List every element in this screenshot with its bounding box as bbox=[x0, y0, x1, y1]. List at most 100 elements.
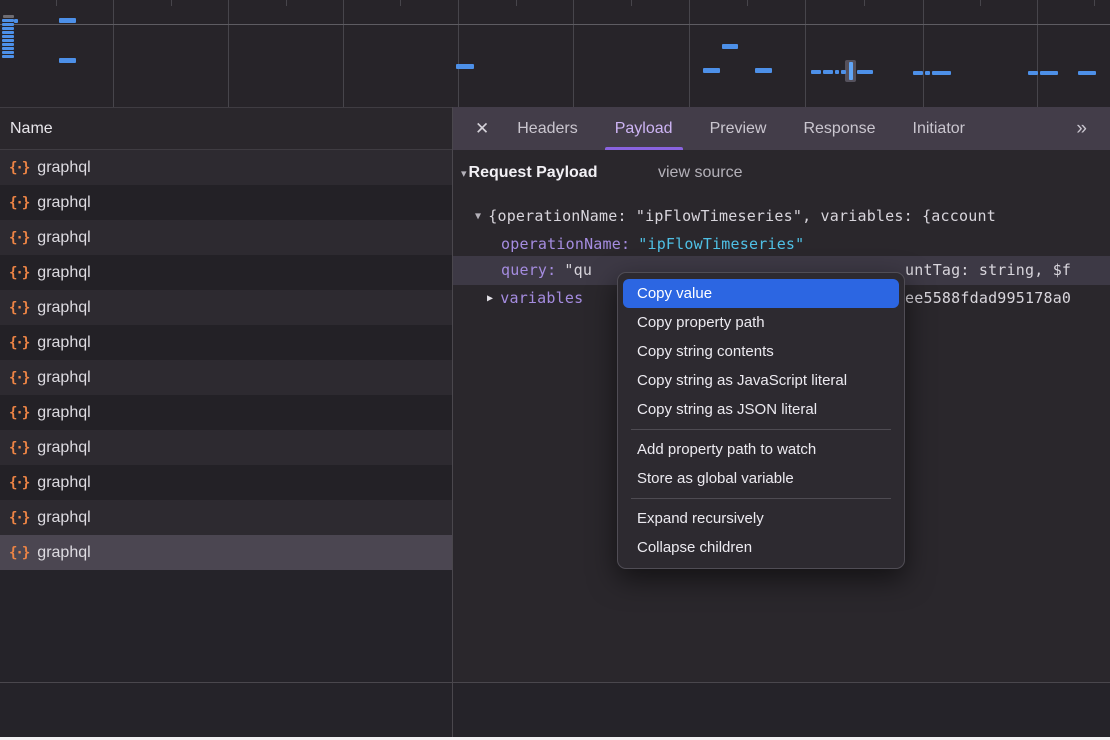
timeline-request-bar bbox=[14, 19, 18, 23]
section-title: Request Payload bbox=[469, 164, 598, 182]
timeline-request-bar bbox=[2, 55, 14, 58]
json-braces-icon: {·} bbox=[9, 510, 28, 526]
tree-row-operation-name[interactable]: operationName: "ipFlowTimeseries" bbox=[501, 230, 804, 258]
network-overview-timeline[interactable] bbox=[0, 0, 1110, 107]
timeline-request-bar bbox=[849, 62, 853, 80]
timeline-tick bbox=[56, 0, 57, 6]
menu-item-copy-property-path[interactable]: Copy property path bbox=[623, 308, 899, 337]
network-request-row[interactable]: {·} graphql bbox=[0, 430, 452, 465]
network-request-row[interactable]: {·}graphql bbox=[0, 395, 452, 430]
timeline-gridline bbox=[228, 0, 229, 107]
timeline-request-bar bbox=[2, 27, 14, 30]
timeline-request-bar bbox=[2, 31, 14, 34]
timeline-tick bbox=[631, 0, 632, 6]
menu-item-add-property-path-to-watch[interactable]: Add property path to watch bbox=[623, 435, 899, 464]
collapsed-triangle-icon[interactable]: ▶ bbox=[487, 293, 493, 304]
network-request-row[interactable]: {·} graphql bbox=[0, 220, 452, 255]
request-name-label: graphql bbox=[37, 229, 90, 247]
json-braces-icon: {·} bbox=[9, 405, 28, 421]
name-column-header[interactable]: Name bbox=[0, 107, 453, 150]
context-menu: Copy valueCopy property pathCopy string … bbox=[617, 272, 905, 569]
tab-headers[interactable]: Headers bbox=[517, 107, 577, 150]
network-request-row[interactable]: {·}graphql bbox=[0, 465, 452, 500]
timeline-request-bar bbox=[857, 70, 873, 74]
property-value: "ipFlowTimeseries" bbox=[638, 235, 804, 253]
network-request-row[interactable]: {·}graphql bbox=[0, 185, 452, 220]
network-request-row[interactable]: {·}graphql bbox=[0, 325, 452, 360]
menu-separator bbox=[631, 498, 891, 499]
json-braces-icon: {·} bbox=[9, 300, 28, 316]
property-key: operationName: bbox=[501, 235, 630, 253]
network-request-row[interactable]: {·}graphql bbox=[0, 500, 452, 535]
view-source-link[interactable]: view source bbox=[658, 164, 742, 182]
timeline-tick bbox=[1094, 0, 1095, 6]
tab-initiator[interactable]: Initiator bbox=[913, 107, 965, 150]
network-request-row[interactable]: {·}graphql bbox=[0, 535, 452, 570]
timeline-request-bar bbox=[1028, 71, 1038, 75]
timeline-request-bar bbox=[913, 71, 923, 75]
menu-item-collapse-children[interactable]: Collapse children bbox=[623, 533, 899, 562]
timeline-gridline bbox=[689, 0, 690, 107]
tree-row-root[interactable]: ▼ {operationName: "ipFlowTimeseries", va… bbox=[475, 202, 996, 230]
property-value-fragment: "qu bbox=[564, 261, 592, 279]
timeline-tick bbox=[400, 0, 401, 6]
menu-separator bbox=[631, 429, 891, 430]
menu-item-copy-string-contents[interactable]: Copy string contents bbox=[623, 337, 899, 366]
json-braces-icon: {·} bbox=[9, 230, 28, 246]
tree-row-variables[interactable]: ▶ variables bbox=[487, 284, 583, 312]
more-tabs-icon[interactable]: » bbox=[1076, 118, 1088, 140]
tab-preview[interactable]: Preview bbox=[710, 107, 767, 150]
network-request-row[interactable]: {·} graphql bbox=[0, 290, 452, 325]
timeline-request-bar bbox=[2, 23, 14, 26]
menu-item-copy-value[interactable]: Copy value bbox=[623, 279, 899, 308]
tree-row-query[interactable]: query: "qu bbox=[501, 256, 592, 284]
timeline-request-bar bbox=[2, 47, 14, 50]
section-collapse-triangle-icon[interactable]: ▾ bbox=[461, 167, 467, 180]
request-name-label: graphql bbox=[37, 264, 90, 282]
tree-row-variables-right-fragment: ee5588fdad995178a0 bbox=[905, 284, 1071, 312]
timeline-request-bar bbox=[2, 35, 14, 38]
request-name-label: graphql bbox=[37, 159, 90, 177]
request-name-label: graphql bbox=[37, 474, 90, 492]
json-braces-icon: {·} bbox=[9, 440, 28, 456]
details-tab-bar: ✕ Headers Payload Preview Response Initiator… bbox=[453, 107, 1110, 150]
timeline-tick bbox=[516, 0, 517, 6]
request-name-label: graphql bbox=[37, 439, 90, 457]
menu-item-store-as-global-variable[interactable]: Store as global variable bbox=[623, 464, 899, 493]
tree-row-query-right-fragment: untTag: string, $f bbox=[905, 256, 1071, 284]
timeline-gridline bbox=[573, 0, 574, 107]
timeline-gridline bbox=[805, 0, 806, 107]
json-braces-icon: {·} bbox=[9, 160, 28, 176]
network-request-row[interactable]: {·}graphql bbox=[0, 360, 452, 395]
menu-item-copy-string-as-json-literal[interactable]: Copy string as JSON literal bbox=[623, 395, 899, 424]
json-braces-icon: {·} bbox=[9, 545, 28, 561]
expanded-triangle-icon[interactable]: ▼ bbox=[475, 211, 481, 222]
timeline-request-bar bbox=[2, 39, 14, 42]
timeline-request-bar bbox=[2, 19, 14, 22]
json-braces-icon: {·} bbox=[9, 370, 28, 386]
request-name-label: graphql bbox=[37, 334, 90, 352]
timeline-request-bar bbox=[755, 68, 772, 73]
timeline-tick bbox=[747, 0, 748, 6]
timeline-request-bar bbox=[456, 64, 474, 69]
network-request-row[interactable]: {·} graphql bbox=[0, 150, 452, 185]
close-icon[interactable]: ✕ bbox=[475, 119, 489, 139]
timeline-gridline bbox=[343, 0, 344, 107]
panel-split-divider[interactable] bbox=[452, 107, 453, 740]
tab-response[interactable]: Response bbox=[803, 107, 875, 150]
menu-item-copy-string-as-javascript-literal[interactable]: Copy string as JavaScript literal bbox=[623, 366, 899, 395]
json-braces-icon: {·} bbox=[9, 195, 28, 211]
timeline-request-bar bbox=[1040, 71, 1058, 75]
footer-divider bbox=[0, 682, 1110, 683]
tab-payload[interactable]: Payload bbox=[615, 107, 673, 150]
json-braces-icon: {·} bbox=[9, 265, 28, 281]
property-key: query: bbox=[501, 261, 556, 279]
request-name-label: graphql bbox=[37, 299, 90, 317]
network-request-list: {·} graphql {·} graphql {·} graphql {·} graphql… bbox=[0, 150, 452, 570]
timeline-request-bar bbox=[841, 70, 846, 74]
timeline-tick bbox=[864, 0, 865, 6]
request-payload-section[interactable]: ▾ Request Payload bbox=[461, 164, 597, 182]
name-column-header-label: Name bbox=[10, 120, 53, 138]
menu-item-expand-recursively[interactable]: Expand recursively bbox=[623, 504, 899, 533]
network-request-row[interactable]: {·} graphql bbox=[0, 255, 452, 290]
